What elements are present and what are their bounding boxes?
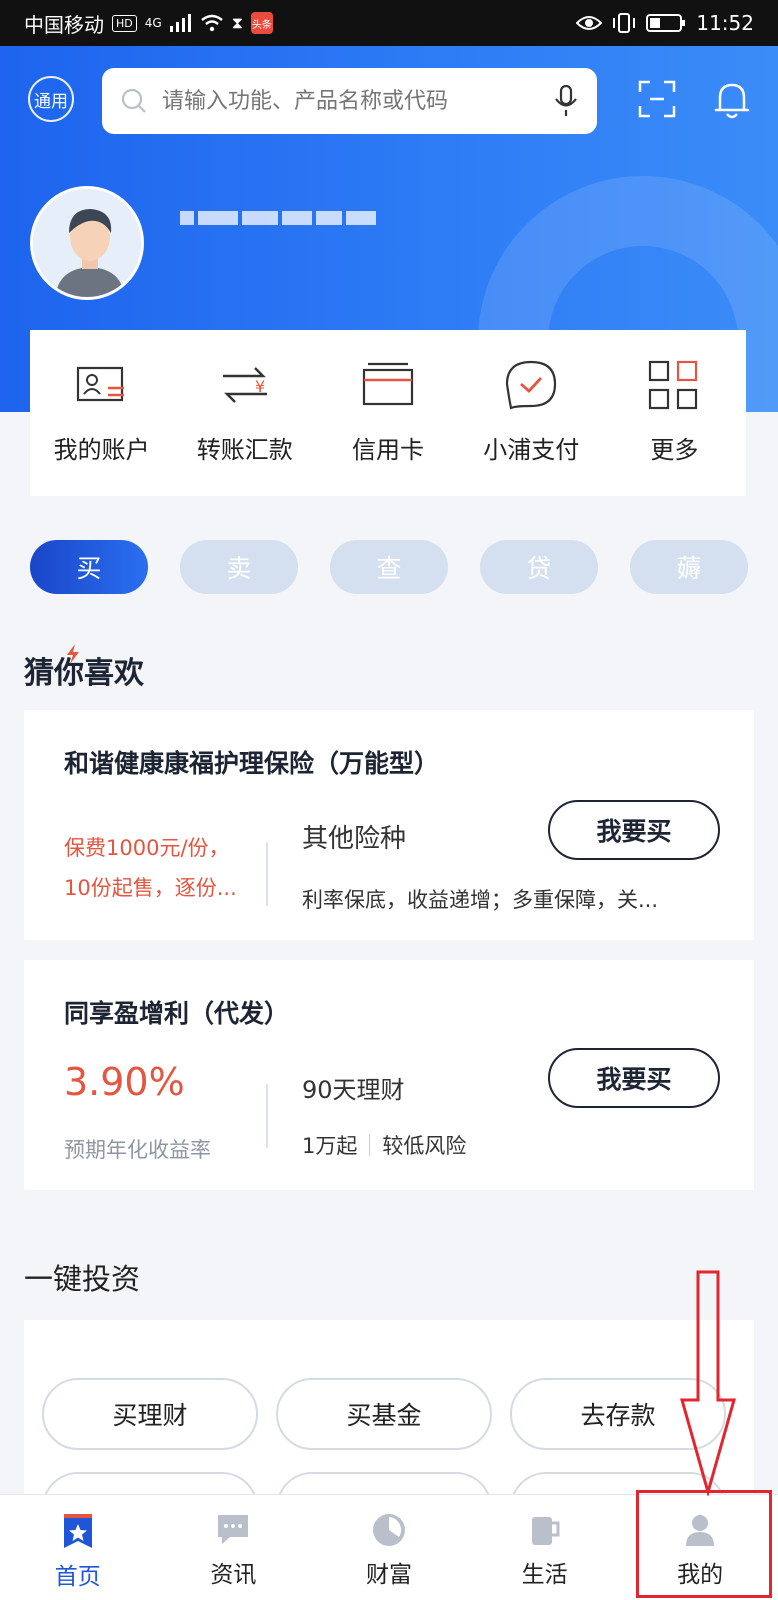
nav-label: 生活 <box>521 1562 568 1588</box>
search-bar[interactable] <box>102 68 597 134</box>
section-title-recommend: 猜你喜欢 <box>24 656 144 691</box>
pay-bubble-icon <box>506 360 557 410</box>
product-desc: 利率保底，收益递增；多重保障，关... <box>302 888 659 912</box>
tab-sell[interactable]: 卖 <box>180 540 298 594</box>
tab-buy[interactable]: 买 <box>30 540 148 594</box>
hd-badge: HD <box>112 14 137 32</box>
mode-toggle-button[interactable]: 通用 <box>28 76 74 122</box>
quick-action-label: 小浦支付 <box>483 436 580 464</box>
product-risk: 较低风险 <box>382 1134 467 1158</box>
svg-text:¥: ¥ <box>255 377 265 396</box>
hourglass-icon: ⧗ <box>231 13 243 32</box>
credit-card-icon <box>362 362 414 406</box>
product-name: 同享盈增利（代发） <box>64 999 290 1028</box>
section-title-invest: 一键投资 <box>24 1262 141 1296</box>
quick-action-label: 转账汇款 <box>196 436 293 464</box>
buy-wealth-pill[interactable]: 买理财 <box>42 1378 258 1450</box>
nav-life[interactable]: 生活 <box>467 1495 623 1600</box>
quick-action-credit-card[interactable]: 信用卡 <box>316 330 459 496</box>
quick-action-more[interactable]: 更多 <box>603 330 746 496</box>
microphone-icon[interactable] <box>553 84 579 118</box>
product-premium-line1: 保费1000元/份， <box>64 836 230 860</box>
home-star-icon <box>63 1514 92 1548</box>
buy-button[interactable]: 我要买 <box>548 800 720 860</box>
buy-fund-pill[interactable]: 买基金 <box>276 1378 492 1450</box>
search-input[interactable] <box>162 88 553 114</box>
quick-action-account[interactable]: 我的账户 <box>30 330 173 496</box>
annotation-arrow-icon <box>680 1270 736 1496</box>
lightning-icon <box>67 644 79 664</box>
quick-action-transfer[interactable]: ¥ 转账汇款 <box>173 330 316 496</box>
product-category: 其他险种 <box>302 824 407 854</box>
quick-action-label: 我的账户 <box>53 436 150 464</box>
divider <box>369 1134 371 1156</box>
product-card-wealth[interactable]: 同享盈增利（代发） 3.90% 预期年化收益率 90天理财 1万起 较低风险 我… <box>24 960 754 1190</box>
news-app-icon: 头条 <box>250 12 273 34</box>
divider <box>266 842 268 906</box>
battery-icon <box>646 14 686 32</box>
product-min: 1万起 <box>302 1134 358 1158</box>
nav-home[interactable]: 首页 <box>0 1495 156 1600</box>
grid-more-icon <box>649 360 698 410</box>
pie-chart-icon <box>372 1514 405 1546</box>
tab-query[interactable]: 查 <box>330 540 448 594</box>
product-premium-line2: 10份起售，逐份... <box>64 876 237 900</box>
nav-news[interactable]: 资讯 <box>156 1495 312 1600</box>
transfer-icon: ¥ <box>222 367 267 403</box>
avatar[interactable] <box>30 186 144 300</box>
product-term: 90天理财 <box>302 1076 405 1104</box>
buy-button[interactable]: 我要买 <box>548 1048 720 1108</box>
username-blurred <box>180 196 410 240</box>
quick-action-pay[interactable]: 小浦支付 <box>460 330 603 496</box>
search-icon <box>121 88 146 113</box>
cup-icon <box>531 1517 560 1545</box>
status-bar: 中国移动 HD 4G ⧗ 头条 11:52 <box>0 0 778 46</box>
product-rate-label: 预期年化收益率 <box>64 1138 211 1162</box>
nav-label: 资讯 <box>210 1562 257 1588</box>
divider <box>266 1084 268 1148</box>
signal-icon <box>169 14 191 32</box>
vibrate-icon <box>613 13 636 33</box>
quick-action-label: 信用卡 <box>352 436 424 464</box>
quick-actions-card: 我的账户 ¥ 转账汇款 信用卡 小浦支付 更多 <box>30 330 746 496</box>
product-name: 和谐健康康福护理保险（万能型） <box>64 749 440 778</box>
product-rate: 3.90% <box>64 1060 185 1104</box>
bell-icon[interactable] <box>714 80 750 120</box>
product-card-insurance[interactable]: 和谐健康康福护理保险（万能型） 保费1000元/份， 10份起售，逐份... 其… <box>24 710 754 940</box>
tab-loan[interactable]: 贷 <box>480 540 598 594</box>
segment-tabs: 买 卖 查 贷 薅 <box>30 540 748 594</box>
clock: 11:52 <box>696 11 754 35</box>
nav-wealth[interactable]: 财富 <box>311 1495 467 1600</box>
chat-bubble-icon <box>218 1515 249 1544</box>
account-card-icon <box>76 366 124 402</box>
scan-icon[interactable] <box>638 80 676 118</box>
tab-perks[interactable]: 薅 <box>630 540 748 594</box>
annotation-highlight-box <box>636 1490 772 1598</box>
eye-icon <box>576 16 603 30</box>
invest-card: 买理财 买基金 去存款 <box>24 1320 754 1512</box>
carrier-label: 中国移动 <box>24 12 104 37</box>
nav-label: 财富 <box>365 1562 412 1588</box>
wifi-icon <box>200 14 223 32</box>
network-label: 4G <box>144 16 162 30</box>
quick-action-label: 更多 <box>650 436 699 464</box>
nav-label: 首页 <box>54 1564 101 1590</box>
